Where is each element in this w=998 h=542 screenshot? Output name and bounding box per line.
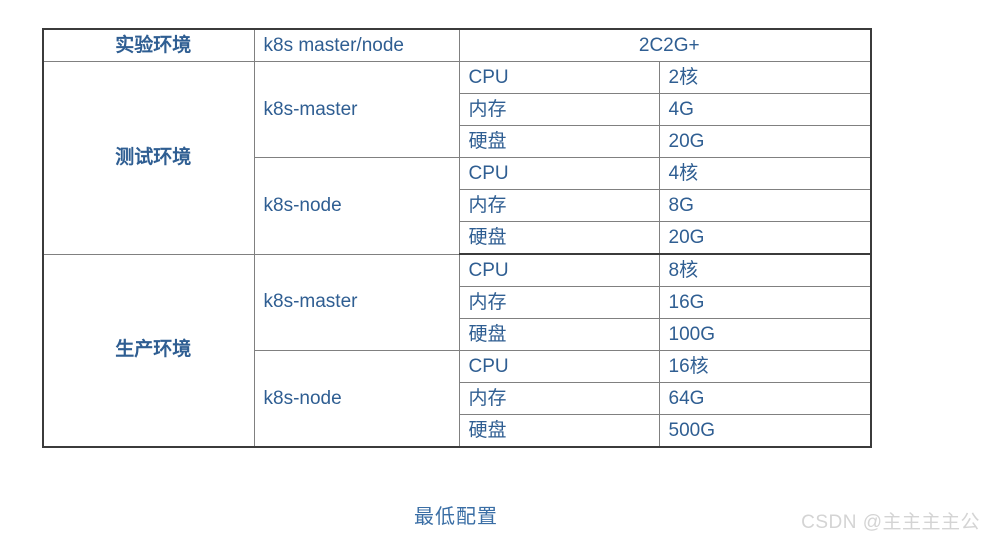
table-row: 生产环境 k8s-master CPU 8核 xyxy=(42,253,872,448)
resource-value: 20G xyxy=(658,221,872,255)
resource-label: 硬盘 xyxy=(458,318,660,351)
environment-label-test: 测试环境 xyxy=(42,61,255,255)
table-caption: 最低配置 xyxy=(414,506,498,528)
resource-value: 16核 xyxy=(658,350,872,383)
resource-label: 内存 xyxy=(458,382,660,415)
resource-value: 64G xyxy=(658,382,872,415)
node-label-test-master: k8s-master xyxy=(253,61,460,158)
resource-value: 8核 xyxy=(658,253,872,287)
resource-label: CPU xyxy=(458,157,660,190)
header-spec-label: 2C2G+ xyxy=(458,28,872,62)
header-environment-label: 实验环境 xyxy=(42,28,255,62)
page-root: 实验环境 k8s master/node 2C2G+ 测试环境 k8s-mast… xyxy=(0,0,998,542)
resource-value: 500G xyxy=(658,414,872,448)
node-label-test-node: k8s-node xyxy=(253,157,460,255)
environment-label-production: 生产环境 xyxy=(42,253,255,448)
table-header-row: 实验环境 k8s master/node 2C2G+ xyxy=(42,28,872,62)
resource-value: 4G xyxy=(658,93,872,126)
resource-label: CPU xyxy=(458,350,660,383)
resource-value: 8G xyxy=(658,189,872,222)
resource-label: 硬盘 xyxy=(458,221,660,255)
resource-label: 内存 xyxy=(458,189,660,222)
k8s-requirements-table: 实验环境 k8s master/node 2C2G+ 测试环境 k8s-mast… xyxy=(42,28,873,448)
config-table-container: 实验环境 k8s master/node 2C2G+ 测试环境 k8s-mast… xyxy=(42,28,873,528)
resource-value: 16G xyxy=(658,286,872,319)
resource-value: 20G xyxy=(658,125,872,158)
node-label-prod-master: k8s-master xyxy=(253,253,460,351)
resource-label: 硬盘 xyxy=(458,125,660,158)
table-row: 测试环境 k8s-master CPU 2核 xyxy=(42,61,872,255)
csdn-watermark: CSDN @主主主主公 xyxy=(801,512,980,533)
resource-value: 4核 xyxy=(658,157,872,190)
node-label-prod-node: k8s-node xyxy=(253,350,460,448)
header-node-label: k8s master/node xyxy=(253,28,460,62)
resource-label: 内存 xyxy=(458,93,660,126)
resource-label: CPU xyxy=(458,253,660,287)
resource-label: 硬盘 xyxy=(458,414,660,448)
resource-value: 100G xyxy=(658,318,872,351)
resource-value: 2核 xyxy=(658,61,872,94)
resource-label: CPU xyxy=(458,61,660,94)
resource-label: 内存 xyxy=(458,286,660,319)
